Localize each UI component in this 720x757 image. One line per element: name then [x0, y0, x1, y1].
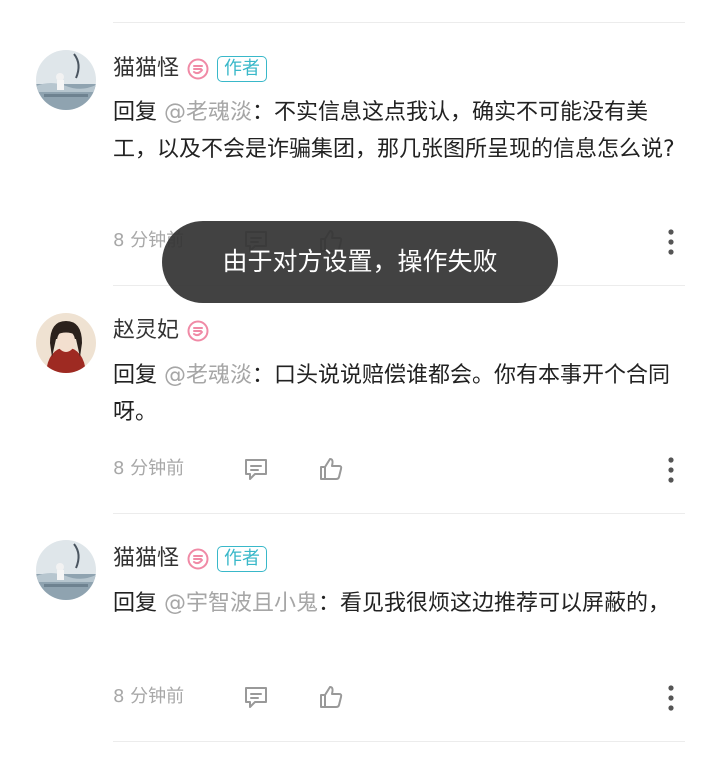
- comment-list: 猫猫怪 作者 回复 @老魂淡：不实信息这点我认，确实不可能没有美工，以及不会是诈…: [0, 0, 720, 757]
- toast-message: 由于对方设置，操作失败: [162, 221, 558, 303]
- author-name[interactable]: 赵灵妃: [113, 314, 179, 348]
- like-icon[interactable]: [317, 683, 345, 711]
- divider: [113, 22, 685, 23]
- author-badge: 作者: [217, 56, 268, 82]
- reply-prefix: 回复: [113, 100, 158, 125]
- mention-link[interactable]: @老魂淡: [164, 100, 252, 125]
- comment-text[interactable]: 回复 @老魂淡：口头说说赔偿谁都会。你有本事开个合同呀。: [113, 357, 691, 431]
- more-icon[interactable]: [667, 229, 675, 255]
- author-badge: 作者: [217, 546, 268, 572]
- mention-link[interactable]: @老魂淡: [164, 363, 252, 388]
- comment-text[interactable]: 回复 @宇智波且小鬼：看见我很烦这边推荐可以屏蔽的，: [113, 585, 691, 622]
- avatar[interactable]: [36, 313, 96, 373]
- author-name[interactable]: 猫猫怪: [113, 52, 179, 86]
- comment-text[interactable]: 回复 @老魂淡：不实信息这点我认，确实不可能没有美工，以及不会是诈骗集团，那几张…: [113, 94, 691, 168]
- level-badge-icon: [187, 548, 209, 570]
- like-icon[interactable]: [317, 455, 345, 483]
- avatar[interactable]: [36, 540, 96, 600]
- reply-icon[interactable]: [242, 455, 270, 483]
- action-bar: 8 分钟前: [113, 680, 685, 714]
- reply-icon[interactable]: [242, 683, 270, 711]
- level-badge-icon: [187, 58, 209, 80]
- timestamp: 8 分钟前: [113, 686, 185, 707]
- more-icon[interactable]: [667, 685, 675, 711]
- mention-link[interactable]: @宇智波且小鬼: [164, 591, 318, 616]
- author-name[interactable]: 猫猫怪: [113, 542, 179, 576]
- reply-prefix: 回复: [113, 591, 158, 616]
- action-bar: 8 分钟前: [113, 452, 685, 486]
- divider: [113, 741, 685, 742]
- level-badge-icon: [187, 320, 209, 342]
- comment-body: ：看见我很烦这边推荐可以屏蔽的，: [318, 591, 671, 616]
- author-row: 猫猫怪 作者: [113, 542, 268, 576]
- more-icon[interactable]: [667, 457, 675, 483]
- reply-prefix: 回复: [113, 363, 158, 388]
- divider: [113, 513, 685, 514]
- timestamp: 8 分钟前: [113, 458, 185, 479]
- author-row: 猫猫怪 作者: [113, 52, 268, 86]
- author-row: 赵灵妃: [113, 314, 209, 348]
- avatar[interactable]: [36, 50, 96, 110]
